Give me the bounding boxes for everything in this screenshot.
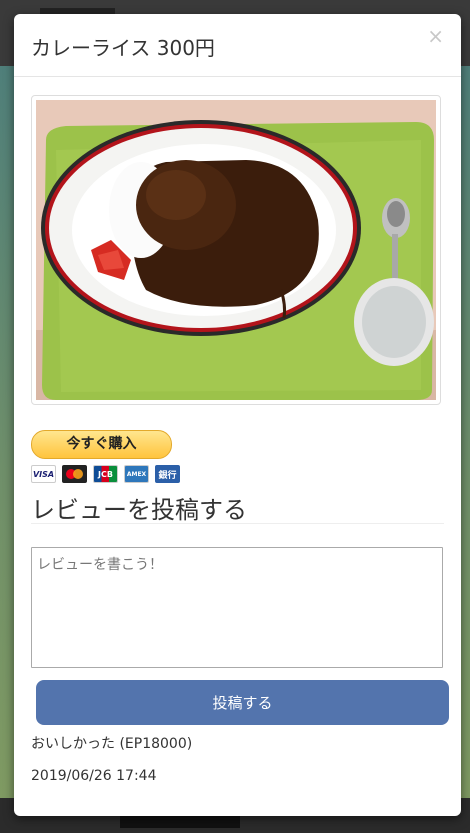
bank-icon: 銀行 <box>155 465 180 483</box>
curry-photo-image <box>36 100 436 400</box>
modal-header: カレーライス 300円 × <box>14 14 461 77</box>
close-icon[interactable]: × <box>427 26 444 46</box>
review-date: 2019/06/26 17:44 <box>31 768 157 784</box>
review-input[interactable] <box>31 547 443 668</box>
product-photo <box>31 95 441 405</box>
review-text: おいしかった (EP18000) <box>31 736 193 752</box>
buy-now-button[interactable]: 今すぐ購入 <box>31 430 172 459</box>
product-modal: カレーライス 300円 × 今すぐ購入 VISA JCB AMEX 銀行 レビュ… <box>14 14 461 816</box>
visa-card-icon: VISA <box>31 465 56 483</box>
divider <box>31 523 444 524</box>
mastercard-icon <box>62 465 87 483</box>
amex-card-icon: AMEX <box>124 465 149 483</box>
jcb-card-icon: JCB <box>93 465 118 483</box>
submit-review-button[interactable]: 投稿する <box>36 680 449 725</box>
modal-title: カレーライス 300円 <box>31 36 215 60</box>
review-heading: レビューを投稿する <box>31 496 247 524</box>
payment-cards: VISA JCB AMEX 銀行 <box>31 465 180 483</box>
